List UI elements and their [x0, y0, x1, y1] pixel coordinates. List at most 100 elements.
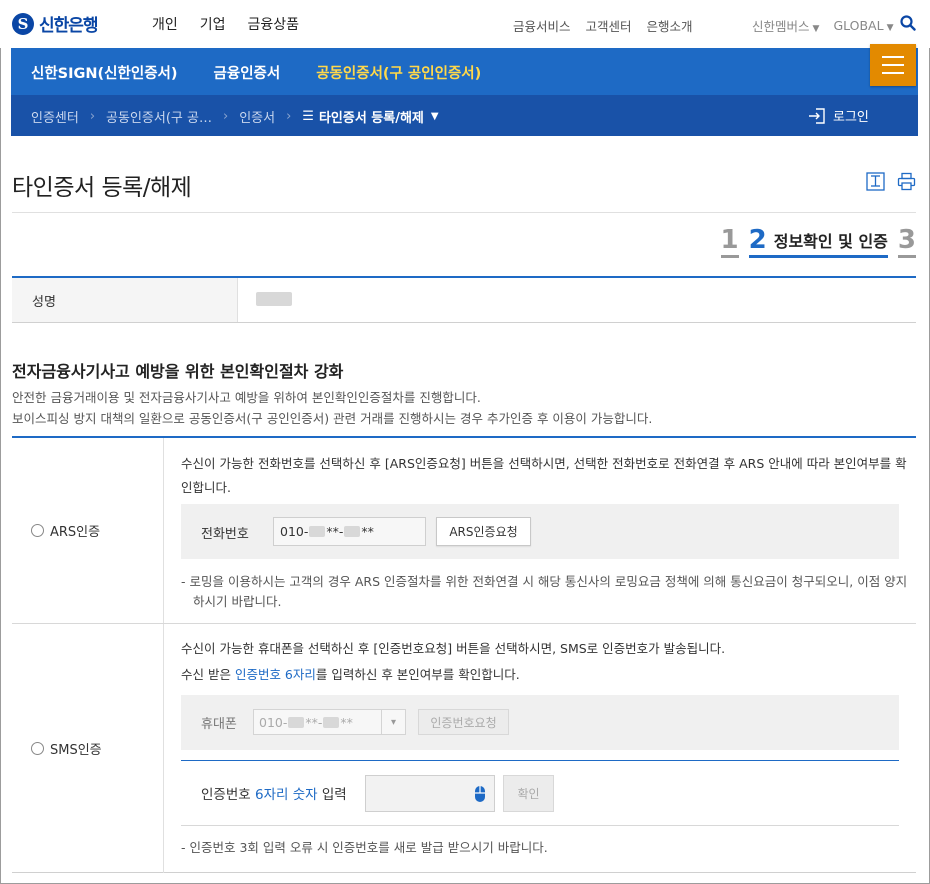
name-label: 성명	[12, 278, 238, 322]
print-icon[interactable]	[897, 172, 916, 191]
ars-phone-end: **	[361, 524, 374, 539]
nav-joint-cert[interactable]: 공동인증서(구 공인인증서)	[316, 62, 481, 83]
menu-bank-intro[interactable]: 은행소개	[647, 16, 693, 35]
ars-phone-label: 전화번호	[201, 527, 249, 542]
chevron-right-icon: ›	[222, 109, 229, 124]
top-main-menu: 개인 기업 금융상품	[152, 14, 299, 34]
ars-desc-line-1: 수신이 가능한 전화번호를 선택하신 후 [ARS인증요청] 버튼을 선택하시면…	[181, 456, 907, 471]
step-3: 3	[897, 226, 916, 258]
ars-note-line-2: 하시기 바랍니다.	[193, 594, 282, 609]
ars-note: - 로밍을 이용하시는 고객의 경우 ARS 인증절차를 위한 전화연결 시 해…	[181, 572, 907, 612]
top-header: S 신한은행 개인 기업 금융상품 금융서비스 고객센터 은행소개 신한멤버스 ▼…	[0, 0, 930, 48]
ars-phone-field[interactable]: 010- **- **	[273, 517, 426, 546]
section-desc-line-2: 보이스피싱 방지 대책의 일환으로 공동인증서(구 공인인증서) 관련 거래를 …	[12, 411, 653, 426]
caret-down-icon[interactable]: ▼	[431, 111, 439, 122]
section-description: 안전한 금융거래이용 및 전자금융사기사고 예방을 위하여 본인확인인증절차를 …	[12, 387, 652, 429]
masked-digits	[309, 526, 326, 537]
global-dropdown[interactable]: GLOBAL ▼	[833, 18, 893, 33]
section-desc-line-1: 안전한 금융거래이용 및 전자금융사기사고 예방을 위하여 본인확인인증절차를 …	[12, 390, 481, 405]
menu-products[interactable]: 금융상품	[248, 14, 300, 34]
ars-note-line-1: - 로밍을 이용하시는 고객의 경우 ARS 인증절차를 위한 전화연결 시 해…	[181, 574, 908, 589]
masked-digits	[323, 716, 340, 728]
chevron-down-icon: ▾	[381, 710, 405, 734]
list-menu-icon: ☰	[302, 109, 314, 124]
menu-personal[interactable]: 개인	[152, 14, 178, 34]
ars-description: 수신이 가능한 전화번호를 선택하신 후 [ARS인증요청] 버튼을 선택하시면…	[181, 452, 907, 500]
masked-name	[256, 292, 292, 306]
page-title: 타인증서 등록/해제	[12, 175, 192, 201]
login-label: 로그인	[833, 110, 869, 125]
hamburger-menu-icon[interactable]	[870, 44, 916, 86]
menu-corporate[interactable]: 기업	[200, 14, 226, 34]
sms-phone-prefix: 010-	[259, 714, 288, 730]
ars-row: ARS인증 수신이 가능한 전화번호를 선택하신 후 [ARS인증요청] 버튼을…	[12, 438, 916, 624]
ars-radio[interactable]	[31, 524, 44, 537]
code-input[interactable]	[365, 775, 495, 812]
code-label-highlight: 6자리 숫자	[254, 787, 318, 803]
members-dropdown[interactable]: 신한멤버스 ▼	[752, 16, 819, 35]
sms-option[interactable]: SMS인증	[12, 624, 164, 873]
logo-text: 신한은행	[39, 16, 99, 36]
nav-financial-cert[interactable]: 금융인증서	[214, 62, 281, 83]
sms-desc-line-2: 수신 받은 인증번호 6자리를 입력하신 후 본인여부를 확인합니다.	[181, 662, 725, 688]
download-icon[interactable]	[866, 172, 885, 191]
code-label-post: 입력	[317, 787, 347, 803]
ars-input-box: 전화번호 010- **- ** ARS인증요청	[181, 504, 899, 559]
code-label-pre: 인증번호	[201, 787, 255, 803]
breadcrumb-item-joint-cert[interactable]: 공동인증서(구 공…	[106, 107, 212, 126]
breadcrumb: 인증센터 › 공동인증서(구 공… › 인증서 › ☰ 타인증서 등록/해제 ▼…	[11, 95, 918, 136]
sms-phone-mid: **-	[305, 714, 323, 730]
members-label: 신한멤버스	[752, 19, 810, 34]
masked-digits	[288, 716, 305, 728]
sms-desc-pre: 수신 받은	[181, 667, 235, 682]
secure-keypad-icon[interactable]	[474, 785, 486, 803]
ars-phone-mid: **-	[326, 524, 344, 539]
step-2-number: 2	[748, 225, 767, 255]
breadcrumb-item-cert-center[interactable]: 인증센터	[31, 107, 79, 126]
sms-content: 수신이 가능한 휴대폰을 선택하신 후 [인증번호요청] 버튼을 선택하시면, …	[164, 624, 916, 873]
sms-phone-end: **	[340, 714, 353, 730]
sms-label: SMS인증	[50, 743, 102, 758]
sms-input-box: 휴대폰 010- **- ** ▾ 인증번호요청	[181, 695, 899, 750]
main-nav: 신한SIGN(신한인증서) 금융인증서 공동인증서(구 공인인증서)	[11, 48, 918, 95]
sms-row: SMS인증 수신이 가능한 휴대폰을 선택하신 후 [인증번호요청] 버튼을 선…	[12, 624, 916, 873]
sms-description: 수신이 가능한 휴대폰을 선택하신 후 [인증번호요청] 버튼을 선택하시면, …	[181, 636, 725, 688]
menu-customer-center[interactable]: 고객센터	[586, 16, 632, 35]
top-right-menu: 신한멤버스 ▼ GLOBAL ▼	[752, 16, 894, 35]
code-input-area: 인증번호 6자리 숫자 입력 확인	[181, 760, 899, 826]
section-title: 전자금융사기사고 예방을 위한 본인확인절차 강화	[12, 362, 344, 381]
ars-option[interactable]: ARS인증	[12, 438, 164, 623]
sms-radio[interactable]	[31, 742, 44, 755]
ars-desc-line-2: 인합니다.	[181, 480, 231, 495]
nav-shinhan-sign[interactable]: 신한SIGN(신한인증서)	[31, 62, 178, 83]
sms-phone-select[interactable]: 010- **- ** ▾	[253, 709, 406, 735]
step-indicator: 1 2 정보확인 및 인증 3	[720, 225, 916, 258]
title-divider	[12, 212, 916, 213]
global-label: GLOBAL	[833, 18, 884, 33]
step-2-active: 2 정보확인 및 인증	[748, 225, 888, 258]
name-value	[238, 278, 292, 322]
menu-financial-service[interactable]: 금융서비스	[513, 16, 571, 35]
bank-logo[interactable]: S 신한은행	[12, 11, 99, 36]
top-util-menu: 금융서비스 고객센터 은행소개	[513, 16, 693, 35]
identity-table: 성명	[12, 276, 916, 323]
ars-request-button[interactable]: ARS인증요청	[436, 517, 531, 546]
code-label: 인증번호 6자리 숫자 입력	[201, 783, 347, 803]
breadcrumb-item-cert[interactable]: 인증서	[239, 107, 275, 126]
auth-method-table: ARS인증 수신이 가능한 전화번호를 선택하신 후 [ARS인증요청] 버튼을…	[12, 436, 916, 873]
sms-request-button[interactable]: 인증번호요청	[418, 709, 509, 735]
masked-digits	[344, 526, 361, 537]
sms-desc-post: 를 입력하신 후 본인여부를 확인합니다.	[315, 667, 520, 682]
sms-phone-label: 휴대폰	[201, 717, 237, 732]
confirm-button[interactable]: 확인	[503, 775, 554, 812]
logo-mark-icon: S	[12, 12, 34, 35]
chevron-right-icon: ›	[286, 109, 292, 124]
login-link[interactable]: 로그인	[807, 106, 869, 125]
step-1: 1	[720, 226, 739, 258]
sms-desc-highlight: 인증번호 6자리	[234, 667, 316, 682]
ars-content: 수신이 가능한 전화번호를 선택하신 후 [ARS인증요청] 버튼을 선택하시면…	[164, 438, 916, 623]
sms-note: - 인증번호 3회 입력 오류 시 인증번호를 새로 발급 받으시기 바랍니다.	[181, 840, 548, 855]
breadcrumb-current[interactable]: 타인증서 등록/해제	[319, 107, 424, 126]
search-icon[interactable]	[900, 15, 916, 31]
caret-down-icon: ▼	[812, 24, 820, 34]
